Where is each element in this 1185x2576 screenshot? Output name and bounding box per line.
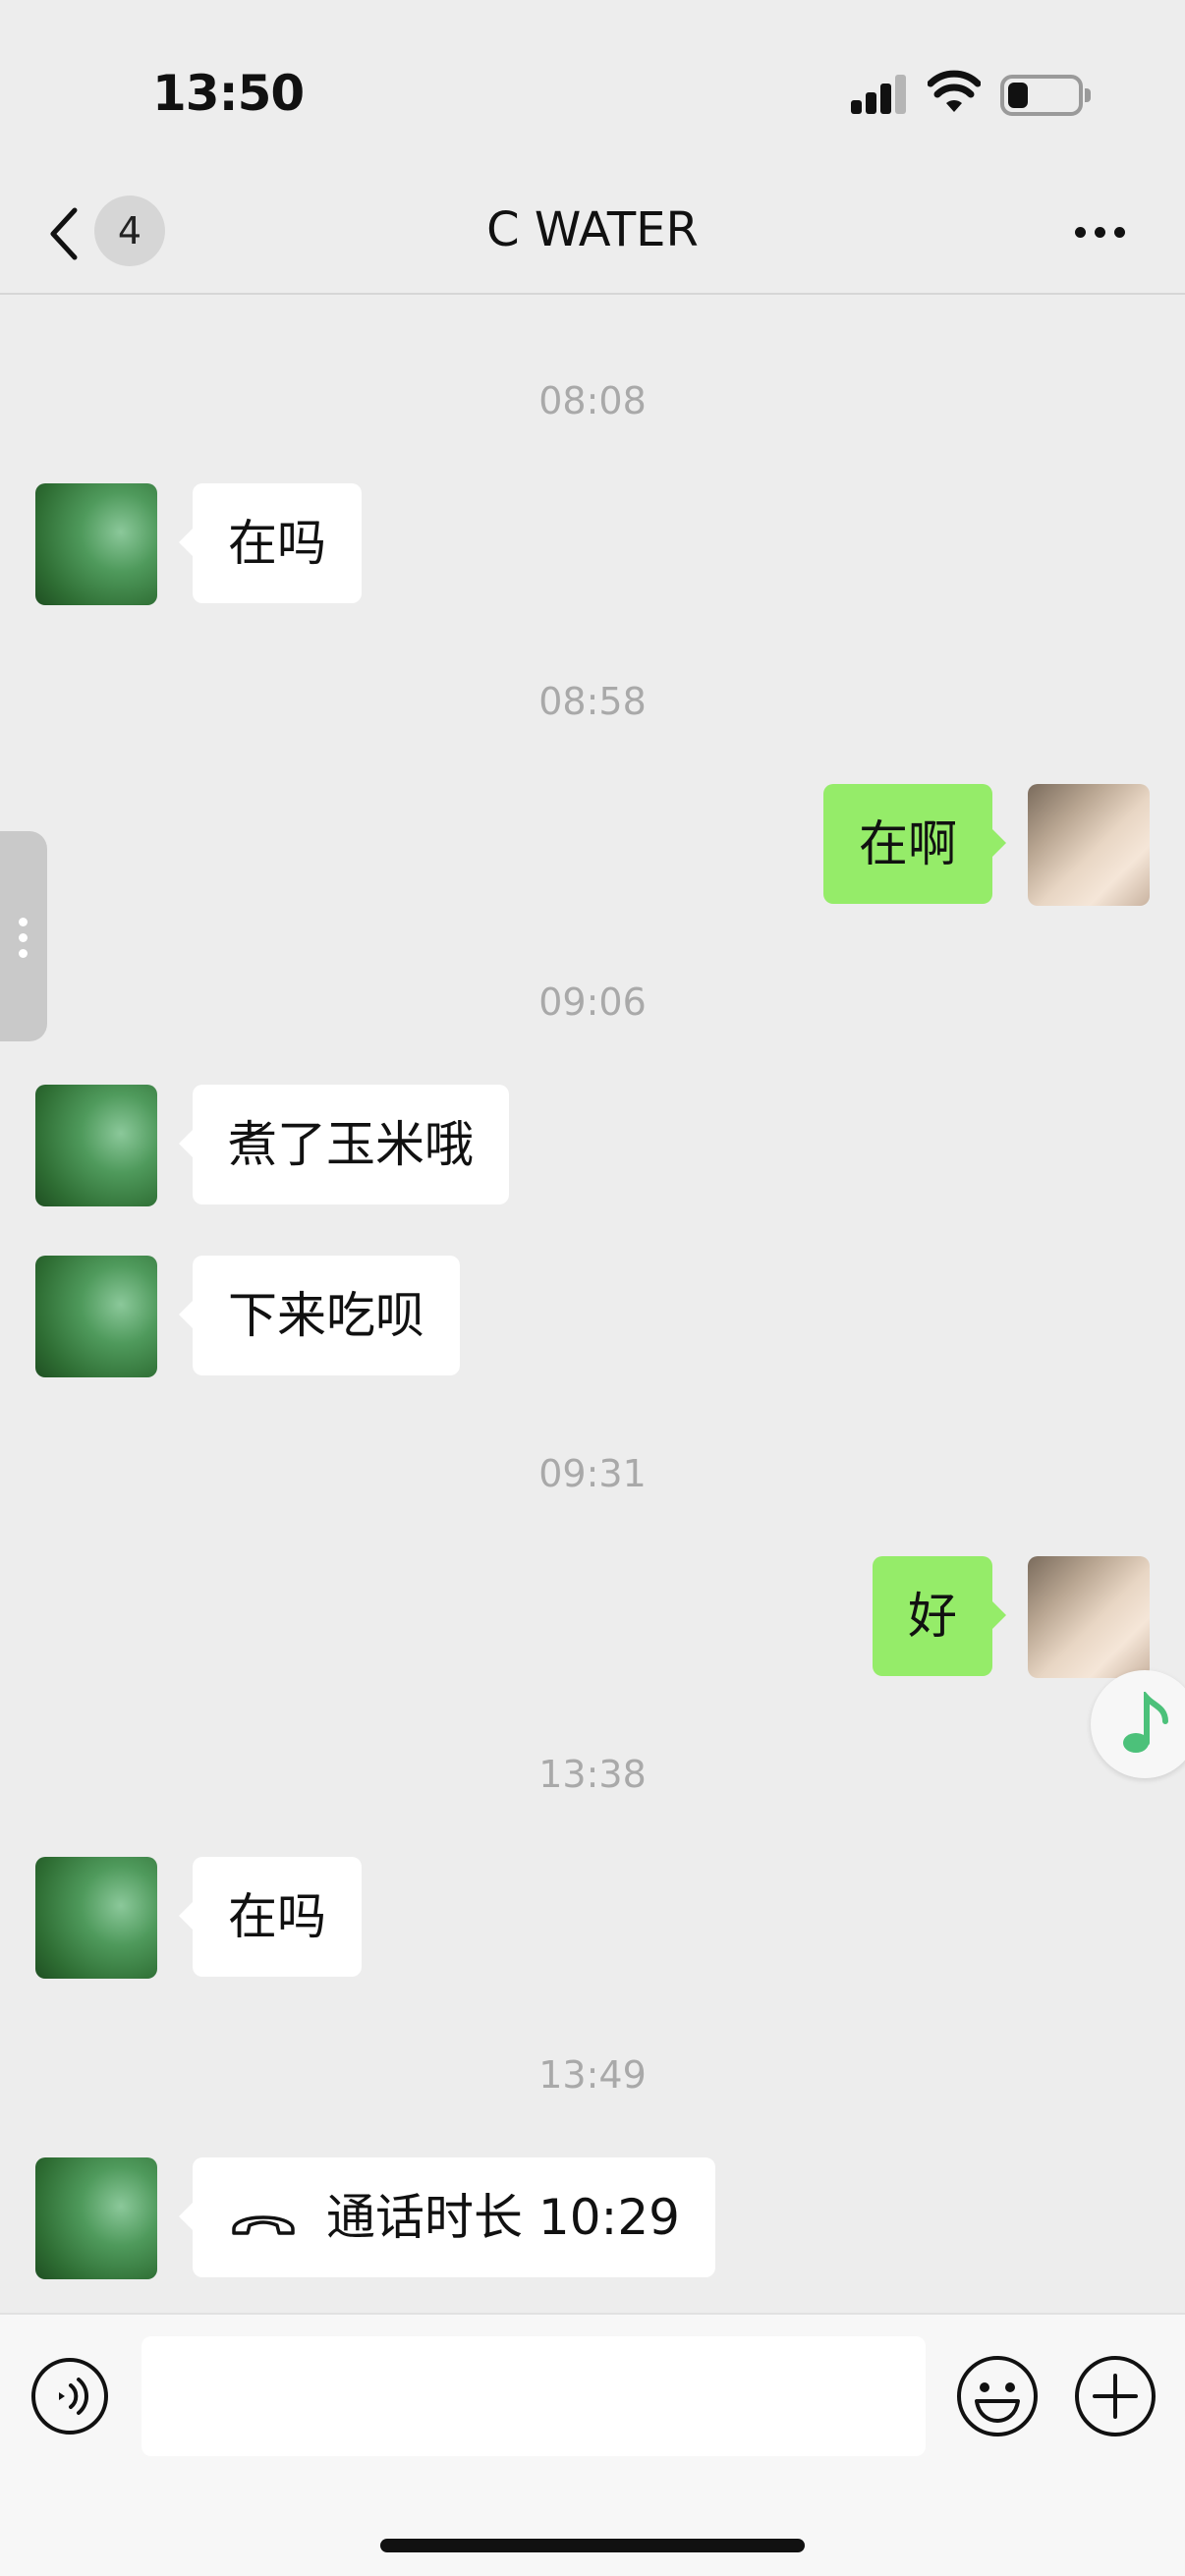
my-avatar[interactable] bbox=[1028, 784, 1150, 906]
cellular-signal-icon bbox=[851, 75, 908, 114]
outgoing-message-bubble[interactable]: 在啊 bbox=[823, 784, 1006, 904]
contact-avatar[interactable] bbox=[35, 2157, 157, 2279]
call-duration-text: 通话时长 10:29 bbox=[326, 2189, 680, 2246]
phone-icon bbox=[232, 2214, 295, 2235]
message-timestamp: 09:31 bbox=[538, 1452, 647, 1495]
incoming-message-bubble[interactable]: 在吗 bbox=[179, 483, 362, 603]
my-avatar[interactable] bbox=[1028, 1556, 1150, 1678]
voice-icon[interactable] bbox=[29, 2356, 110, 2436]
incoming-message-bubble[interactable]: 下来吃呗 bbox=[179, 1256, 460, 1375]
wifi-icon bbox=[928, 70, 981, 112]
incoming-message-bubble[interactable]: 在吗 bbox=[179, 1857, 362, 1977]
battery-level bbox=[1008, 83, 1028, 108]
more-icon[interactable] bbox=[1071, 218, 1130, 246]
status-bar: 13:50 bbox=[0, 0, 1185, 177]
chat-title: C WATER bbox=[486, 202, 699, 257]
contact-avatar[interactable] bbox=[35, 1857, 157, 1979]
home-indicator bbox=[380, 2539, 805, 2552]
message-input[interactable] bbox=[141, 2336, 926, 2456]
message-timestamp: 13:38 bbox=[538, 1753, 647, 1796]
contact-avatar[interactable] bbox=[35, 1256, 157, 1377]
battery-icon bbox=[1000, 75, 1091, 116]
message-timestamp: 09:06 bbox=[538, 980, 647, 1024]
contact-avatar[interactable] bbox=[35, 1085, 157, 1206]
plus-icon[interactable] bbox=[1073, 2354, 1157, 2438]
message-timestamp: 08:58 bbox=[538, 680, 647, 723]
emoji-icon[interactable] bbox=[955, 2354, 1040, 2438]
input-bar bbox=[0, 2313, 1185, 2576]
message-timestamp: 13:49 bbox=[538, 2053, 647, 2097]
incoming-message-bubble[interactable]: 煮了玉米哦 bbox=[179, 1085, 509, 1204]
status-time: 13:50 bbox=[152, 65, 305, 122]
outgoing-message-bubble[interactable]: 好 bbox=[873, 1556, 1006, 1676]
contact-avatar[interactable] bbox=[35, 483, 157, 605]
side-drawer-handle[interactable] bbox=[0, 831, 47, 1041]
music-note-icon bbox=[1123, 1692, 1168, 1753]
message-timestamp: 08:08 bbox=[538, 379, 647, 422]
call-record-bubble[interactable]: 通话时长 10:29 bbox=[179, 2157, 715, 2277]
